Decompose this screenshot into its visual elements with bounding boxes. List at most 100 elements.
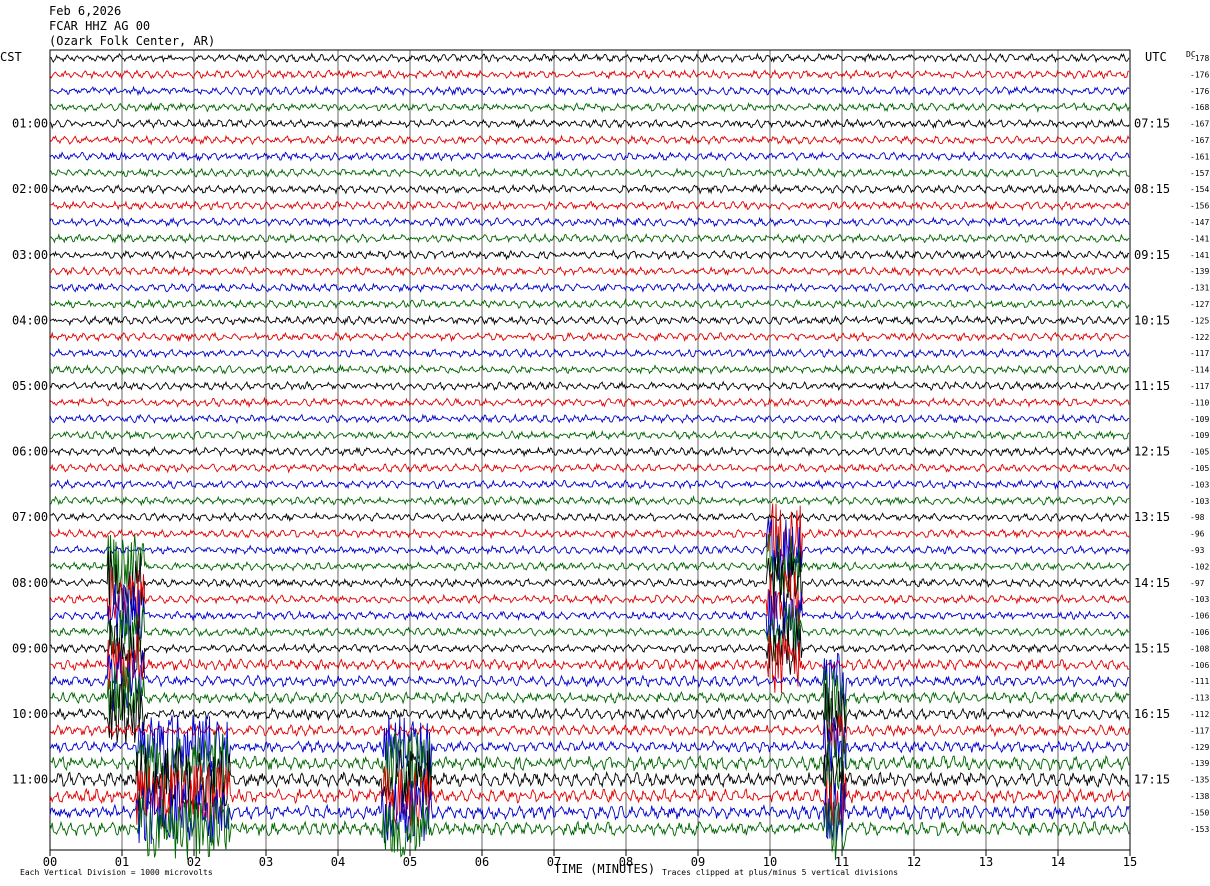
dc-offset-label: -117 xyxy=(1190,349,1209,358)
trace-33 xyxy=(49,569,1130,630)
x-tick-label: 03 xyxy=(259,855,273,869)
dc-offset-label: -129 xyxy=(1190,743,1209,752)
dc-offset-label: -131 xyxy=(1190,284,1209,293)
trace-16 xyxy=(49,314,1130,326)
dc-offset-label: -161 xyxy=(1190,152,1209,161)
x-tick-label: 01 xyxy=(115,855,129,869)
utc-time-label: 10:15 xyxy=(1134,313,1170,327)
cst-time-label: 06:00 xyxy=(12,445,48,459)
dc-offset-label: -139 xyxy=(1190,267,1209,276)
utc-time-label: 15:15 xyxy=(1134,641,1170,655)
trace-34 xyxy=(49,584,1130,647)
x-tick-label: 05 xyxy=(403,855,417,869)
dc-offset-label: -176 xyxy=(1190,70,1209,79)
dc-offset-label: -117 xyxy=(1190,726,1209,735)
dc-offset-label: -110 xyxy=(1190,398,1209,407)
trace-29 xyxy=(49,503,1130,566)
dc-offset-label: -141 xyxy=(1190,234,1209,243)
trace-40 xyxy=(49,682,1130,745)
trace-6 xyxy=(49,150,1130,162)
dc-offset-label: -178 xyxy=(1190,54,1209,63)
dc-offset-label: -125 xyxy=(1190,316,1209,325)
cst-time-label: 11:00 xyxy=(12,773,48,787)
dc-offset-label: -105 xyxy=(1190,464,1209,473)
dc-offset-label: -157 xyxy=(1190,169,1209,178)
dc-offset-label: -102 xyxy=(1190,562,1209,571)
trace-38 xyxy=(49,650,1130,712)
trace-39 xyxy=(49,665,1130,730)
dc-offset-label: -154 xyxy=(1190,185,1209,194)
trace-7 xyxy=(49,167,1130,179)
trace-14 xyxy=(49,282,1130,293)
dc-offset-label: -147 xyxy=(1190,218,1209,227)
dc-offset-label: -108 xyxy=(1190,644,1209,653)
trace-35 xyxy=(49,604,1130,665)
x-tick-label: 02 xyxy=(187,855,201,869)
dc-offset-label: -156 xyxy=(1190,202,1209,211)
x-tick-label: 10 xyxy=(763,855,777,869)
dc-offset-label: -135 xyxy=(1190,776,1209,785)
trace-22 xyxy=(49,413,1130,425)
trace-5 xyxy=(49,134,1130,146)
dc-offset-label: -138 xyxy=(1190,792,1209,801)
dc-offset-label: -153 xyxy=(1190,825,1209,834)
dc-offset-label: -109 xyxy=(1190,431,1209,440)
dc-offset-label: -167 xyxy=(1190,136,1209,145)
x-tick-label: 13 xyxy=(979,855,993,869)
dc-offset-label: -168 xyxy=(1190,103,1209,112)
cst-time-label: 01:00 xyxy=(12,117,48,131)
trace-41 xyxy=(49,715,1130,759)
trace-12 xyxy=(49,249,1130,261)
dc-offset-label: -106 xyxy=(1190,661,1209,670)
dc-offset-label: -114 xyxy=(1190,366,1209,375)
trace-37 xyxy=(49,633,1130,694)
trace-23 xyxy=(50,429,1130,441)
clip-note: Traces clipped at plus/minus 5 vertical … xyxy=(662,868,899,877)
trace-group xyxy=(49,52,1130,861)
trace-13 xyxy=(49,265,1130,277)
dc-offset-label: -113 xyxy=(1190,694,1209,703)
utc-time-label: 11:15 xyxy=(1134,379,1170,393)
trace-19 xyxy=(49,363,1130,376)
dc-offset-label: -117 xyxy=(1190,382,1209,391)
x-tick-label: 12 xyxy=(907,855,921,869)
x-tick-label: 11 xyxy=(835,855,849,869)
cst-time-label: 04:00 xyxy=(12,313,48,327)
x-tick-label: 15 xyxy=(1123,855,1137,869)
x-tick-label: 09 xyxy=(691,855,705,869)
dc-offset-label: -103 xyxy=(1190,480,1209,489)
utc-time-label: 12:15 xyxy=(1134,445,1170,459)
trace-2 xyxy=(50,84,1130,97)
x-tick-label: 14 xyxy=(1051,855,1065,869)
x-tick-label: 06 xyxy=(475,855,489,869)
seismogram-plot: 00 01 02 03 04 05 06 07 08 09 10 11 12 13 14 15-178-176… xyxy=(12,49,1209,869)
x-tick-label: 00 xyxy=(43,855,57,869)
dc-offset-label: -167 xyxy=(1190,120,1209,129)
dc-offset-label: -105 xyxy=(1190,448,1209,457)
trace-10 xyxy=(49,216,1130,228)
dc-offset-label: -176 xyxy=(1190,87,1209,96)
x-axis-title: TIME (MINUTES) xyxy=(554,862,656,876)
trace-21 xyxy=(49,396,1130,409)
trace-0 xyxy=(49,52,1130,64)
trace-1 xyxy=(49,68,1130,80)
utc-time-label: 13:15 xyxy=(1134,510,1170,524)
utc-time-label: 16:15 xyxy=(1134,707,1170,721)
dc-offset-label: -106 xyxy=(1190,628,1209,637)
cst-time-label: 10:00 xyxy=(12,707,48,721)
cst-time-label: 09:00 xyxy=(12,641,48,655)
trace-4 xyxy=(49,118,1130,130)
utc-time-label: 08:15 xyxy=(1134,182,1170,196)
trace-9 xyxy=(49,200,1130,212)
dc-offset-label: -106 xyxy=(1190,612,1209,621)
trace-3 xyxy=(49,101,1130,113)
dc-offset-label: -122 xyxy=(1190,333,1209,342)
dc-offset-label: -111 xyxy=(1190,677,1209,686)
utc-time-label: 17:15 xyxy=(1134,773,1170,787)
trace-8 xyxy=(49,183,1130,195)
trace-17 xyxy=(49,331,1130,343)
trace-18 xyxy=(49,347,1130,359)
trace-25 xyxy=(49,462,1130,474)
dc-offset-label: -103 xyxy=(1190,595,1209,604)
trace-30 xyxy=(49,518,1130,582)
